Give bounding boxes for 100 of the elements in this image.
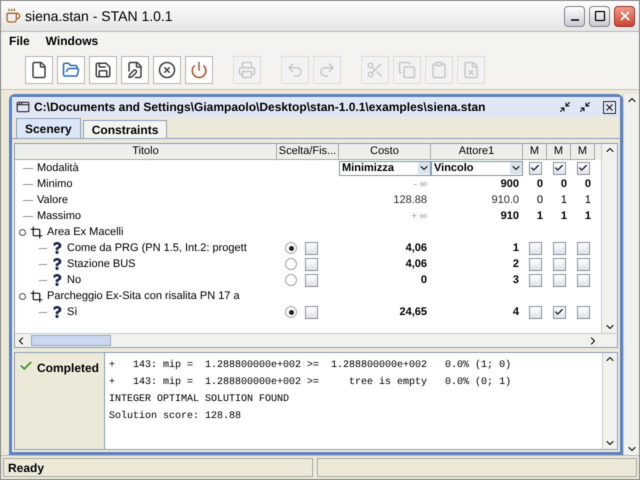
log-line: + 143: mip = 1.288800000e+002 >= 1.288800000e+002 0.0% (1; 0) bbox=[109, 358, 512, 373]
actor-value: 1 bbox=[512, 241, 520, 256]
minimize-button[interactable] bbox=[564, 6, 585, 26]
cost-dropdown[interactable]: Minimizza bbox=[339, 160, 431, 176]
actor-dropdown[interactable]: Vincolo bbox=[431, 160, 523, 176]
question-icon bbox=[51, 274, 63, 286]
m-value: 1 bbox=[584, 209, 592, 224]
menu-item[interactable]: Windows bbox=[46, 32, 98, 50]
checkbox[interactable] bbox=[552, 242, 566, 255]
cost-value: + ∞ bbox=[410, 210, 428, 224]
option-label: No bbox=[67, 273, 82, 288]
cost-value: 4,06 bbox=[404, 257, 428, 272]
radio-button[interactable] bbox=[285, 242, 297, 254]
menu-item[interactable]: File bbox=[9, 32, 30, 50]
group-label: Parcheggio Ex-Sita con risalita PN 17 a bbox=[47, 289, 240, 304]
m-value: 0 bbox=[536, 193, 544, 208]
column-header[interactable]: Titolo bbox=[15, 144, 277, 160]
m-value: 1 bbox=[560, 209, 568, 224]
log-line: Solution score: 128.88 bbox=[109, 410, 242, 424]
checkbox[interactable] bbox=[552, 162, 566, 175]
checkbox[interactable] bbox=[528, 258, 542, 271]
log-line: + 143: mip = 1.288800000e+002 >= tree is empty 0.0% (0; 1) bbox=[109, 376, 512, 390]
column-header[interactable]: M bbox=[547, 144, 571, 160]
log-scrollbar[interactable] bbox=[602, 353, 617, 449]
checkbox[interactable] bbox=[528, 242, 542, 255]
checkbox[interactable] bbox=[528, 162, 542, 175]
m-value: 1 bbox=[560, 193, 568, 208]
tab[interactable]: Scenery bbox=[16, 118, 81, 138]
close-icon bbox=[618, 9, 632, 23]
actor-value: 2 bbox=[512, 257, 520, 272]
checkbox[interactable] bbox=[552, 306, 566, 319]
checkbox[interactable] bbox=[576, 162, 590, 175]
row-label: Minimo bbox=[37, 177, 72, 192]
checkbox[interactable] bbox=[305, 258, 318, 271]
checkbox[interactable] bbox=[552, 274, 566, 287]
option-label: Come da PRG (PN 1.5, Int.2: progett bbox=[67, 241, 247, 256]
radio-button[interactable] bbox=[285, 306, 297, 318]
log-line: INTEGER OPTIMAL SOLUTION FOUND bbox=[109, 393, 290, 407]
column-header[interactable]: Costo bbox=[339, 144, 431, 160]
window-title: siena.stan - STAN 1.0.1 bbox=[25, 6, 174, 26]
desktop-scrollbar[interactable] bbox=[623, 94, 639, 455]
checkbox[interactable] bbox=[528, 306, 542, 319]
maximize-button[interactable] bbox=[589, 6, 610, 26]
checkbox[interactable] bbox=[576, 258, 590, 271]
vertical-scrollbar[interactable] bbox=[601, 144, 617, 333]
iconify-icon[interactable] bbox=[559, 101, 571, 113]
cost-value: 0 bbox=[420, 273, 428, 288]
column-header[interactable]: M bbox=[571, 144, 595, 160]
radio-button[interactable] bbox=[285, 274, 297, 286]
actor-value: 910 bbox=[500, 209, 520, 224]
question-icon bbox=[51, 306, 63, 318]
actor-value: 900 bbox=[500, 177, 520, 192]
close-icon[interactable] bbox=[603, 100, 616, 114]
m-value: 0 bbox=[584, 177, 592, 192]
document-path: C:\Documents and Settings\Giampaolo\Desktop\stan-1.0.1\examples\siena.stan bbox=[34, 99, 486, 116]
status-label: Completed bbox=[37, 360, 100, 377]
option-label: Stazione BUS bbox=[67, 257, 136, 272]
cost-value: - ∞ bbox=[412, 178, 428, 192]
checkbox[interactable] bbox=[576, 242, 590, 255]
row-label: Massimo bbox=[37, 209, 82, 224]
app-icon bbox=[5, 8, 21, 24]
checkbox[interactable] bbox=[576, 274, 590, 287]
toolbar-button[interactable] bbox=[25, 56, 53, 84]
close-button[interactable] bbox=[614, 6, 635, 26]
window-icon bbox=[16, 100, 30, 114]
checkbox[interactable] bbox=[552, 258, 566, 271]
row-label: Valore bbox=[37, 193, 68, 208]
checkbox[interactable] bbox=[528, 274, 542, 287]
checkbox[interactable] bbox=[305, 274, 318, 287]
m-value: 1 bbox=[584, 193, 592, 208]
m-value: 0 bbox=[560, 177, 568, 192]
toolbar-button[interactable] bbox=[185, 56, 213, 84]
checkbox[interactable] bbox=[305, 242, 318, 255]
toolbar-button[interactable] bbox=[153, 56, 181, 84]
column-header[interactable]: Scelta/Fis... bbox=[277, 144, 339, 160]
horizontal-scrollbar[interactable] bbox=[15, 333, 617, 347]
question-icon bbox=[51, 242, 63, 254]
status-message: Ready bbox=[3, 458, 313, 477]
column-header[interactable]: Attore1 bbox=[431, 144, 523, 160]
tree-handle-icon[interactable] bbox=[19, 292, 26, 300]
row-label: Modalità bbox=[37, 161, 79, 176]
column-header[interactable]: M bbox=[523, 144, 547, 160]
actor-value: 910.0 bbox=[490, 193, 520, 208]
tab[interactable]: Constraints bbox=[82, 120, 168, 138]
question-icon bbox=[51, 258, 63, 270]
toolbar-button[interactable] bbox=[57, 56, 85, 84]
actor-value: 3 bbox=[512, 273, 520, 288]
toolbar-button[interactable] bbox=[89, 56, 117, 84]
maximize-icon bbox=[594, 10, 606, 22]
tree-handle-icon[interactable] bbox=[19, 228, 26, 236]
crop-icon bbox=[30, 226, 43, 239]
option-label: Sì bbox=[67, 305, 78, 320]
restore-icon[interactable] bbox=[579, 101, 591, 113]
checkbox[interactable] bbox=[305, 306, 318, 319]
group-label: Area Ex Macelli bbox=[47, 225, 124, 240]
checkbox[interactable] bbox=[576, 306, 590, 319]
toolbar-button[interactable] bbox=[121, 56, 149, 84]
m-value: 0 bbox=[536, 177, 544, 192]
radio-button[interactable] bbox=[285, 258, 297, 270]
crop-icon bbox=[30, 290, 43, 303]
